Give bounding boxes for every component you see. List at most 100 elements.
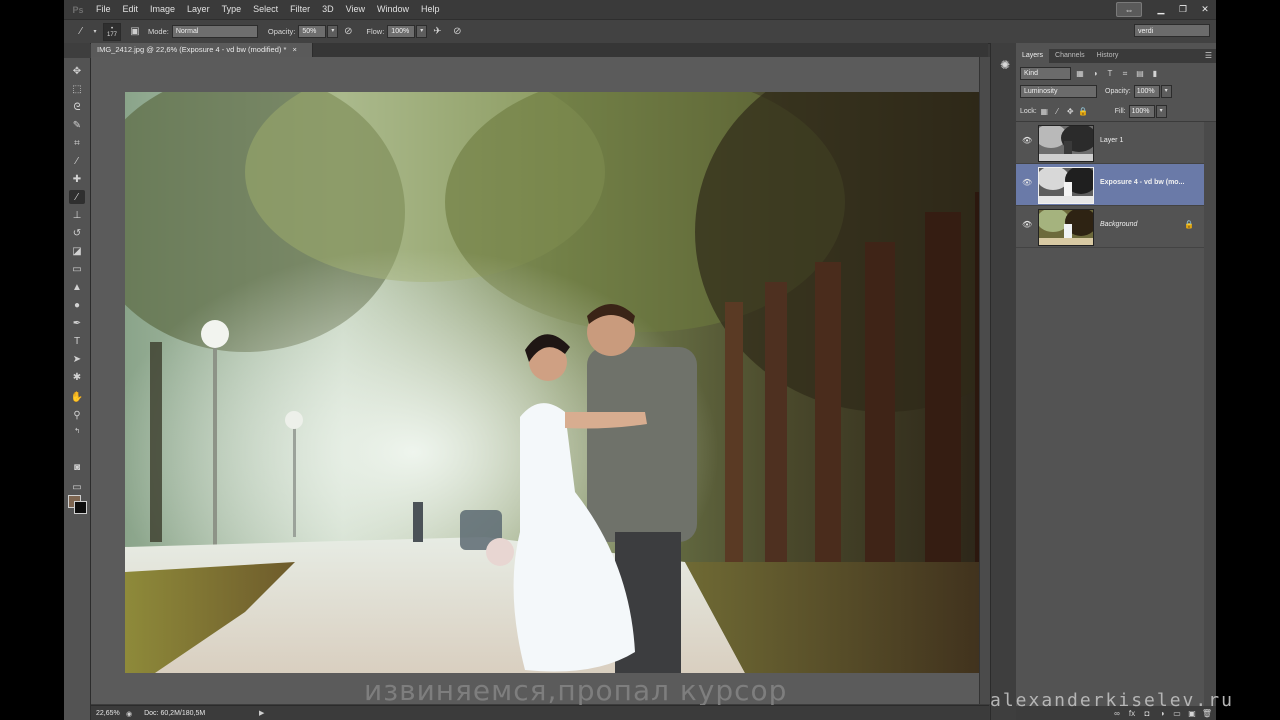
brush-panel-icon[interactable]: ▣ — [128, 25, 142, 39]
quick-select-tool-icon[interactable]: ✎ — [69, 118, 85, 132]
menu-image[interactable]: Image — [144, 0, 181, 19]
path-select-tool-icon[interactable]: ➤ — [69, 352, 85, 366]
canvas-area[interactable] — [91, 57, 998, 704]
pen-tool-icon[interactable]: ✒ — [69, 316, 85, 330]
menu-file[interactable]: File — [90, 0, 117, 19]
zoom-level[interactable]: 22,65% — [91, 710, 126, 717]
menu-bar: Ps File Edit Image Layer Type Select Fil… — [64, 0, 1216, 19]
options-bar: ⁄ ▾ • 177 ▣ Mode: Normal Opacity: 50% ▾ … — [64, 19, 1216, 44]
history-brush-tool-icon[interactable]: ↺ — [69, 226, 85, 240]
lock-transparency-icon[interactable]: ▦ — [1039, 107, 1050, 116]
layer-row-background[interactable]: 👁 Background 🔒 — [1016, 206, 1204, 248]
flow-field[interactable]: 100% — [387, 25, 416, 38]
marquee-tool-icon[interactable]: ⬚ — [69, 82, 85, 96]
document-tab-close-icon[interactable]: × — [292, 45, 296, 54]
menu-filter[interactable]: Filter — [284, 0, 316, 19]
type-tool-icon[interactable]: T — [69, 334, 85, 348]
mode-select[interactable]: Normal — [171, 25, 258, 38]
lock-position-icon[interactable]: ✥ — [1065, 107, 1076, 116]
overlay-caption: извиняемся,пропал курсор — [364, 674, 788, 707]
clone-stamp-tool-icon[interactable]: ⊥ — [69, 208, 85, 222]
kind-filter-select[interactable]: Kind — [1020, 67, 1071, 80]
swap-colors-icon[interactable]: ↰ — [69, 424, 85, 438]
hand-tool-icon[interactable]: ✋ — [69, 390, 85, 404]
zoom-tool-icon[interactable]: ⚲ — [69, 408, 85, 422]
fill-dropdown-icon[interactable]: ▾ — [1155, 105, 1167, 118]
menu-3d[interactable]: 3D — [316, 0, 340, 19]
opacity-dropdown-icon[interactable]: ▾ — [327, 25, 339, 38]
lock-label: Lock: — [1020, 108, 1037, 115]
menu-window[interactable]: Window — [371, 0, 415, 19]
tab-history[interactable]: History — [1091, 49, 1125, 63]
flow-dropdown-icon[interactable]: ▾ — [416, 25, 428, 38]
shape-tool-icon[interactable]: ✱ — [69, 370, 85, 384]
status-info-icon[interactable]: ◉ — [126, 710, 132, 718]
status-menu-arrow-icon[interactable]: ▶ — [259, 709, 264, 717]
layer-row-exposure-4[interactable]: 👁 Exposure 4 - vd bw (mo... — [1016, 164, 1204, 206]
crop-tool-icon[interactable]: ⌗ — [69, 136, 85, 150]
wedding-photo[interactable] — [125, 92, 998, 673]
screen-mode-icon[interactable]: ▭ — [69, 480, 85, 494]
layer-opacity-dropdown-icon[interactable]: ▾ — [1160, 85, 1172, 98]
blend-mode-select[interactable]: Luminosity — [1020, 85, 1097, 98]
pixel-filter-icon[interactable]: ▦ — [1074, 68, 1086, 79]
layer-opacity-field[interactable]: 100% — [1133, 85, 1160, 98]
brush-size-picker[interactable]: • 177 — [103, 22, 121, 41]
workspace-select[interactable]: verdi — [1134, 24, 1210, 37]
layer-row-layer-1[interactable]: 👁 Layer 1 — [1016, 122, 1204, 164]
tools-panel: ✥ ⬚ ᘓ ✎ ⌗ ⁄ ✚ ⁄ ⊥ ↺ ◪ ▭ ▲ ● ✒ T ➤ ✱ ✋ ⚲ … — [64, 58, 91, 720]
adjustments-panel-icon[interactable]: ✺ — [998, 58, 1012, 72]
menu-select[interactable]: Select — [247, 0, 284, 19]
tool-preset-chevron-icon[interactable]: ▾ — [91, 25, 99, 39]
tab-layers[interactable]: Layers — [1016, 49, 1050, 63]
panel-menu-icon[interactable]: ☰ — [1205, 51, 1212, 60]
menu-view[interactable]: View — [340, 0, 371, 19]
layer-filter-row: Kind ▦ ◑ T ⌗ ▤ ▮ — [1020, 67, 1161, 80]
status-bar: 22,65% ◉ Doc: 60,2M/180,5M ▶ — [91, 705, 989, 720]
document-tab[interactable]: IMG_2412.jpg @ 22,6% (Exposure 4 - vd bw… — [91, 43, 313, 57]
menu-type[interactable]: Type — [216, 0, 248, 19]
shape-filter-icon[interactable]: ⌗ — [1119, 68, 1131, 79]
adjustment-filter-icon[interactable]: ◑ — [1089, 68, 1101, 79]
lock-pixels-icon[interactable]: ⁄ — [1052, 107, 1063, 116]
vertical-scrollbar[interactable] — [979, 57, 990, 704]
layer-thumbnail — [1038, 125, 1094, 162]
brush-tool-icon[interactable]: ⁄ — [69, 190, 85, 204]
photoshop-window: Ps File Edit Image Layer Type Select Fil… — [64, 0, 1216, 720]
menu-edit[interactable]: Edit — [117, 0, 145, 19]
menu-help[interactable]: Help — [415, 0, 446, 19]
layers-scrollbar[interactable] — [1204, 122, 1216, 720]
flow-label: Flow: — [366, 27, 385, 36]
smart-object-filter-icon[interactable]: ▤ — [1134, 68, 1146, 79]
quick-mask-icon[interactable]: ◙ — [69, 460, 85, 474]
filter-toggle-icon[interactable]: ▮ — [1149, 68, 1161, 79]
pressure-size-icon[interactable]: ⊘ — [450, 25, 464, 39]
opacity-field[interactable]: 50% — [298, 25, 327, 38]
healing-brush-tool-icon[interactable]: ✚ — [69, 172, 85, 186]
lasso-tool-icon[interactable]: ᘓ — [69, 100, 85, 114]
type-filter-icon[interactable]: T — [1104, 68, 1116, 79]
gradient-tool-icon[interactable]: ▭ — [69, 262, 85, 276]
restore-icon[interactable]: ❐ — [1172, 1, 1194, 18]
visibility-eye-icon[interactable]: 👁 — [1022, 178, 1032, 188]
pressure-opacity-icon[interactable]: ⊘ — [341, 25, 355, 39]
brush-tool-icon[interactable]: ⁄ — [74, 25, 88, 39]
tab-channels[interactable]: Channels — [1049, 49, 1091, 63]
background-color-swatch[interactable] — [74, 501, 87, 514]
airbrush-icon[interactable]: ✈ — [430, 25, 444, 39]
workspace-switch-icon[interactable]: ⇔ — [1116, 2, 1142, 17]
panel-tabs: Layers Channels History ☰ — [1016, 49, 1216, 63]
site-watermark: alexanderkiselev.ru — [990, 690, 1234, 711]
move-tool-icon[interactable]: ✥ — [69, 64, 85, 78]
eraser-tool-icon[interactable]: ◪ — [69, 244, 85, 258]
fill-field[interactable]: 100% — [1128, 105, 1155, 118]
eyedropper-tool-icon[interactable]: ⁄ — [69, 154, 85, 168]
menu-layer[interactable]: Layer — [181, 0, 216, 19]
close-icon[interactable]: ✕ — [1194, 1, 1216, 18]
minimize-icon[interactable]: ▁ — [1150, 1, 1172, 18]
visibility-eye-icon[interactable]: 👁 — [1022, 220, 1032, 230]
lock-all-icon[interactable]: 🔒 — [1078, 107, 1089, 116]
visibility-eye-icon[interactable]: 👁 — [1022, 136, 1032, 146]
blur-tool-icon[interactable]: ▲ — [69, 280, 85, 294]
dodge-tool-icon[interactable]: ● — [69, 298, 85, 312]
